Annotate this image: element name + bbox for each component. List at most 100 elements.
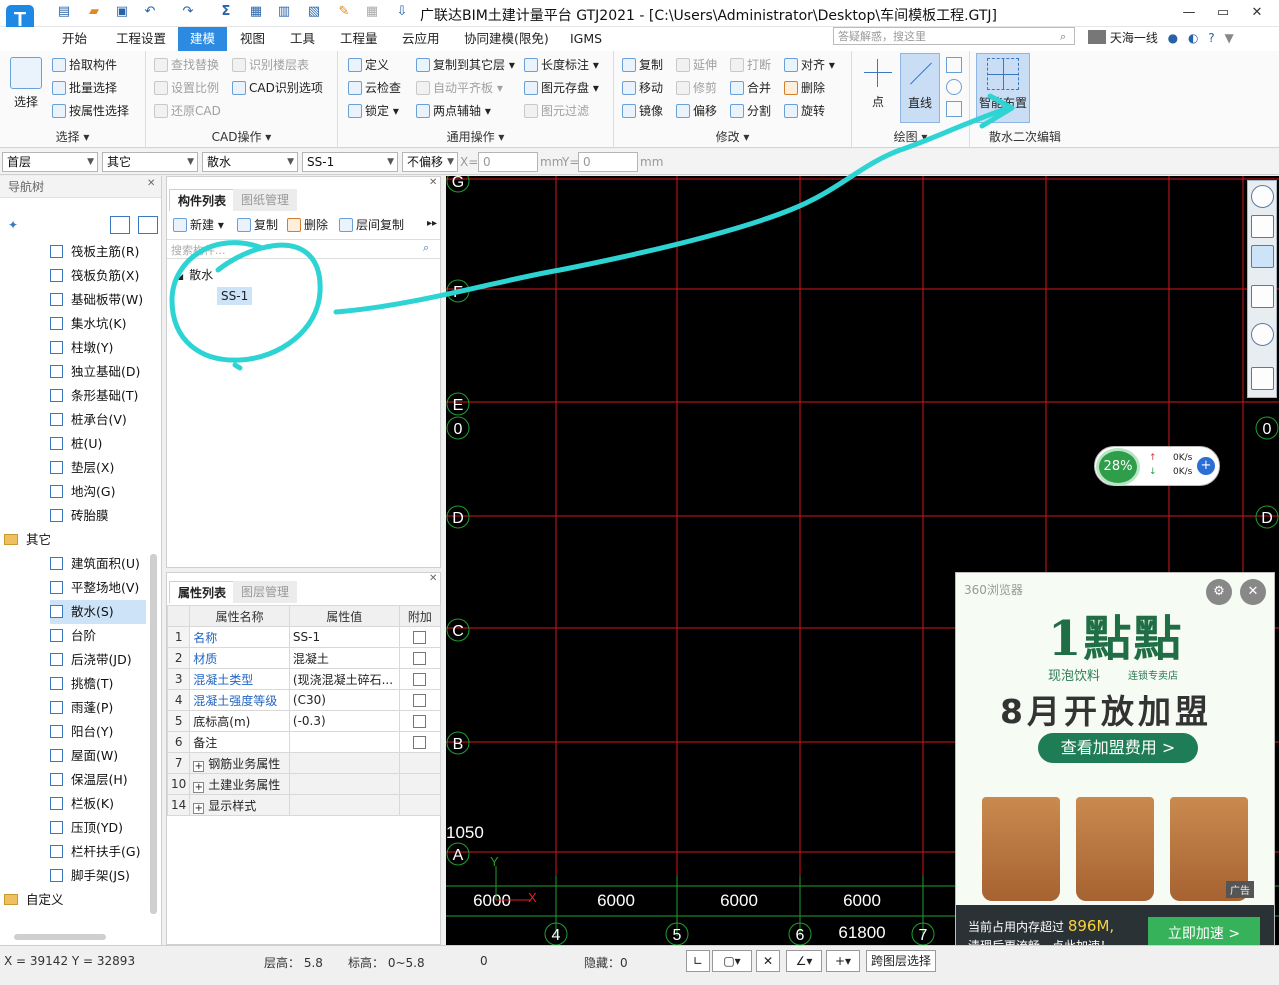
nav-hscrollbar[interactable] <box>14 934 106 940</box>
nav-item[interactable]: 台阶 <box>50 624 146 648</box>
element-filter-button[interactable]: 图元过滤 <box>524 101 589 121</box>
merge-button[interactable]: 合并 <box>730 78 771 98</box>
expand-icon[interactable]: + <box>193 781 205 793</box>
batch-select-button[interactable]: 批量选择 <box>52 78 117 98</box>
ortho-icon[interactable]: ∟ <box>686 950 710 972</box>
cross-floor-select-button[interactable]: 跨图层选择 <box>866 950 936 972</box>
gear-icon[interactable]: ⚙ <box>1206 579 1232 605</box>
tab-view[interactable]: 视图 <box>236 27 269 51</box>
property-row[interactable]: 3 混凝土类型 (现浇混凝土碎石... <box>166 668 442 690</box>
property-row[interactable]: 4 混凝土强度等级 (C30) <box>166 689 442 711</box>
property-value[interactable] <box>288 794 400 816</box>
nav-item[interactable]: 条形基础(T) <box>50 384 146 408</box>
general-ops-group-label[interactable]: 通用操作 ▾ <box>338 128 613 145</box>
check-icon[interactable]: ▧ <box>306 4 322 20</box>
define-button[interactable]: 定义 <box>348 55 389 75</box>
property-value[interactable] <box>288 773 400 795</box>
nav-item[interactable]: 地沟(G) <box>50 480 146 504</box>
component-select[interactable]: SS-1 ▼ <box>302 152 398 172</box>
undo-icon[interactable]: ↶ <box>142 4 158 20</box>
nav-item[interactable]: 后浇带(JD) <box>50 648 146 672</box>
new-component-button[interactable]: 新建 ▾ <box>173 216 224 233</box>
property-value[interactable]: (现浇混凝土碎石... <box>288 668 400 690</box>
nav-item[interactable]: 屋面(W) <box>50 744 146 768</box>
search-icon[interactable]: ⌕ <box>423 241 429 255</box>
property-value[interactable]: 混凝土 <box>288 647 400 669</box>
move-button[interactable]: 移动 <box>622 78 663 98</box>
nav-item[interactable]: 基础板带(W) <box>50 288 146 312</box>
select-button[interactable]: 选择 <box>8 57 44 110</box>
circle-icon[interactable] <box>946 79 962 95</box>
append-checkbox[interactable] <box>413 652 427 665</box>
auto-align-slab-button[interactable]: 自动平齐板 ▾ <box>416 78 503 98</box>
set-scale-button[interactable]: 设置比例 <box>154 78 219 98</box>
property-row[interactable]: 5 底标高(m) (-0.3) <box>166 710 442 732</box>
nav-item[interactable]: 栏杆扶手(G) <box>50 840 146 864</box>
service-icon[interactable]: ◐ <box>1188 31 1198 45</box>
tab-project-settings[interactable]: 工程设置 <box>112 27 170 51</box>
smart-layout-button[interactable]: 智能布置 <box>976 53 1030 123</box>
expand-icon[interactable]: + <box>193 802 205 814</box>
find-replace-button[interactable]: 查找替换 <box>154 55 219 75</box>
tab-component-list[interactable]: 构件列表 <box>169 189 236 211</box>
nav-item[interactable]: 独立基础(D) <box>50 360 146 384</box>
minimize-button[interactable]: — <box>1172 2 1206 24</box>
help-search-input[interactable]: 答疑解惑，搜这里 <box>833 27 1075 45</box>
sum-icon[interactable]: Σ <box>218 4 234 20</box>
close-icon[interactable]: ✕ <box>429 573 437 584</box>
nav-item[interactable]: 平整场地(V) <box>50 576 146 600</box>
floor-copy-button[interactable]: 层间复制 <box>339 216 404 233</box>
nav-item[interactable]: 阳台(Y) <box>50 720 146 744</box>
element-save-button[interactable]: 图元存盘 ▾ <box>524 78 599 98</box>
tree-root[interactable]: ◢ 散水 <box>177 266 213 283</box>
nav-item[interactable]: 垫层(X) <box>50 456 146 480</box>
property-row[interactable]: 14 + 显示样式 <box>166 794 442 816</box>
nav-item[interactable]: 桩承台(V) <box>50 408 146 432</box>
copy-component-button[interactable]: 复制 <box>237 216 278 233</box>
property-value[interactable] <box>288 731 400 753</box>
property-value[interactable]: SS-1 <box>288 626 400 648</box>
view-3d-icon[interactable] <box>1251 215 1274 238</box>
property-value[interactable]: (C30) <box>288 689 400 711</box>
copy-to-other-floor-button[interactable]: 复制到其它层 ▾ <box>416 55 515 75</box>
tab-quantity[interactable]: 工程量 <box>336 27 382 51</box>
tab-start[interactable]: 开始 <box>58 27 91 51</box>
tree-item-ss-1[interactable]: SS-1 <box>217 287 253 305</box>
trim-button[interactable]: 修剪 <box>676 78 717 98</box>
export-icon[interactable]: ⇩ <box>394 4 410 20</box>
cad-group-label[interactable]: CAD操作 ▾ <box>146 128 337 145</box>
search-icon[interactable]: ⌕ <box>1060 30 1066 44</box>
append-checkbox[interactable] <box>413 631 427 644</box>
ad-cta-button[interactable]: 查看加盟费用 > <box>1038 733 1198 763</box>
delete-component-button[interactable]: 删除 <box>287 216 328 233</box>
view-top-icon[interactable] <box>1251 245 1274 268</box>
pin-icon[interactable]: ✦ <box>8 218 18 232</box>
tab-tools[interactable]: 工具 <box>286 27 319 51</box>
nav-item[interactable]: 筏板主筋(R) <box>50 240 146 264</box>
offset-button[interactable]: 偏移 <box>676 101 717 121</box>
nav-item[interactable]: 栏板(K) <box>50 792 146 816</box>
angle-select[interactable]: ∠▾ <box>786 950 822 972</box>
help-icon[interactable]: ? <box>1208 31 1214 45</box>
nav-item[interactable]: 保温层(H) <box>50 768 146 792</box>
type-select[interactable]: 散水 ▼ <box>202 152 298 172</box>
nav-item[interactable]: 雨蓬(P) <box>50 696 146 720</box>
view-report-icon[interactable]: ▥ <box>276 4 292 20</box>
tab-igms[interactable]: IGMS <box>566 27 606 51</box>
split-button[interactable]: 分割 <box>730 101 771 121</box>
draw-group-label[interactable]: 绘图 ▾ <box>852 128 969 145</box>
save-icon[interactable]: ▣ <box>114 4 130 20</box>
redo-icon[interactable]: ↷ <box>180 4 196 20</box>
rotate-button[interactable]: 旋转 <box>784 101 825 121</box>
append-checkbox[interactable] <box>413 736 427 749</box>
nav-item[interactable]: 散水(S) <box>50 600 146 624</box>
property-row[interactable]: 7 + 钢筋业务属性 <box>166 752 442 774</box>
y-input[interactable]: 0 <box>578 152 638 172</box>
tab-drawing-manage[interactable]: 图纸管理 <box>233 189 298 211</box>
grid-icon[interactable]: ▦ <box>364 4 380 20</box>
list-view-icon[interactable] <box>110 216 130 234</box>
nav-item[interactable]: 脚手架(JS) <box>50 864 146 888</box>
select-group-label[interactable]: 选择 ▾ <box>0 128 145 145</box>
snap-select[interactable]: ▢▾ <box>712 950 752 972</box>
nav-item[interactable]: 筏板负筋(X) <box>50 264 146 288</box>
